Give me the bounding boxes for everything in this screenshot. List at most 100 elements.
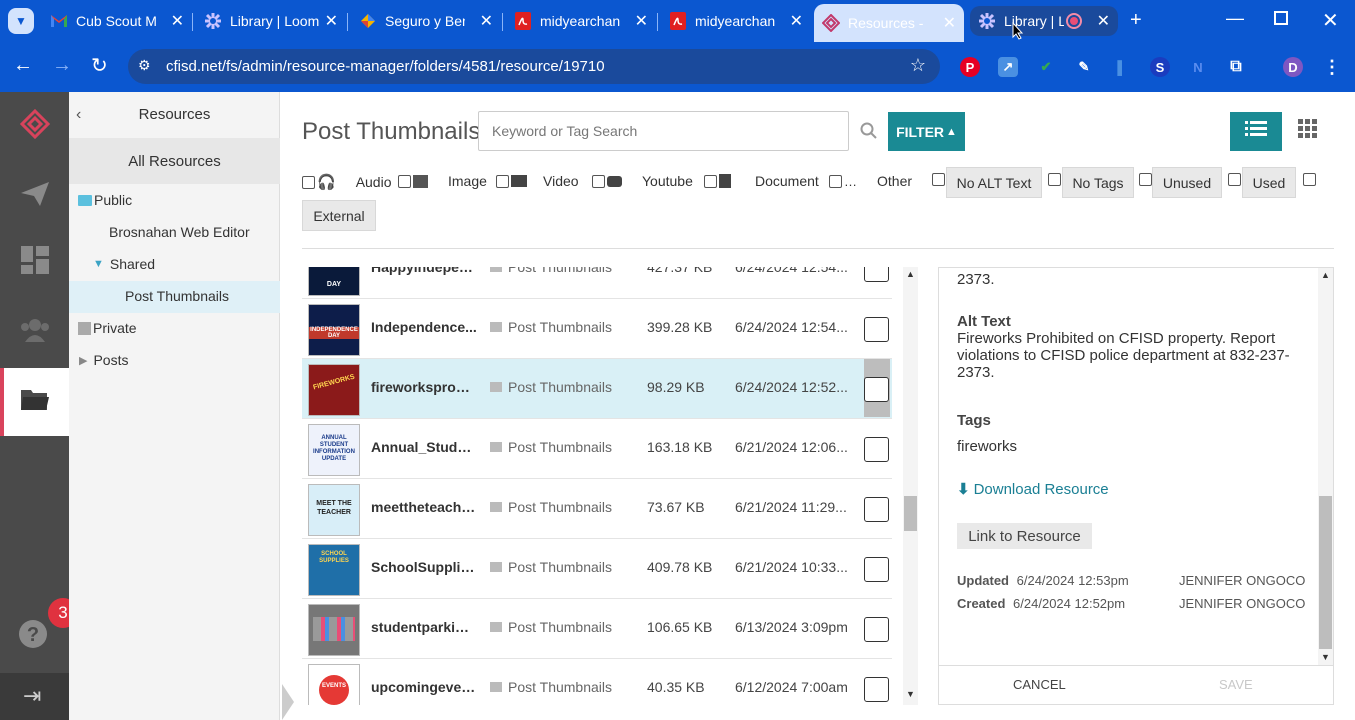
scroll-up-icon[interactable]: ▲ — [906, 269, 915, 279]
tab-3[interactable]: midyearchang ✕ — [506, 6, 656, 36]
grid-view-button[interactable] — [1290, 112, 1326, 151]
table-row[interactable]: EVENTS upcomingevent... Post Thumbnails … — [302, 659, 892, 705]
dashboard-icon[interactable] — [17, 242, 53, 278]
table-row[interactable]: ANNUAL STUDENT INFORMATION UPDATE Annual_St… — [302, 419, 892, 479]
back-icon[interactable]: ← — [13, 54, 33, 77]
row-checkbox[interactable] — [864, 557, 889, 582]
extension-n-icon[interactable]: N — [1188, 57, 1208, 77]
table-row[interactable]: MEET THE TEACHER meettheteache... Post Th… — [302, 479, 892, 539]
finalsite-logo-icon[interactable] — [17, 106, 53, 142]
tab-6[interactable]: Library | Lo ✕ — [970, 6, 1118, 36]
filter-button[interactable]: FILTER ▲ — [888, 112, 965, 151]
filter-video[interactable]: Video — [496, 173, 579, 189]
new-tab-icon[interactable]: + — [1130, 9, 1142, 32]
extension-check-icon[interactable]: ✔ — [1036, 57, 1056, 77]
close-icon[interactable]: ✕ — [790, 11, 803, 31]
tree-item-posts[interactable]: ▶ Posts — [79, 352, 128, 368]
users-icon[interactable] — [17, 312, 53, 348]
scroll-thumb[interactable] — [1319, 496, 1332, 649]
pinterest-icon[interactable]: P — [960, 57, 980, 77]
caret-right-icon[interactable]: ▶ — [79, 354, 87, 367]
extension-s-icon[interactable]: S — [1150, 57, 1170, 77]
resources-nav-item[interactable] — [0, 368, 69, 436]
no-alt-text-filter[interactable]: No ALT Text — [946, 167, 1042, 198]
row-checkbox[interactable] — [864, 317, 889, 342]
restore-icon[interactable] — [1274, 11, 1288, 25]
table-row[interactable]: DAY Happyindepen... Post Thumbnails 427.… — [302, 267, 892, 299]
external-filter[interactable]: External — [302, 200, 376, 231]
table-row[interactable]: SCHOOL SUPPLIES SchoolSupplies... Post Th… — [302, 539, 892, 599]
used-filter[interactable]: Used — [1242, 167, 1296, 198]
search-icon[interactable] — [860, 122, 877, 144]
table-row[interactable]: studentparking... Post Thumbnails 106.65… — [302, 599, 892, 659]
no-alt-text-checkbox[interactable] — [932, 173, 945, 186]
window-close-icon[interactable]: ✕ — [1322, 8, 1339, 33]
filter-other[interactable]: … Other — [829, 173, 912, 189]
tab-search-icon[interactable]: ▼ — [8, 8, 34, 34]
close-icon[interactable]: ✕ — [1097, 11, 1110, 31]
minimize-icon[interactable]: — — [1226, 8, 1244, 29]
all-resources-item[interactable]: All Resources — [69, 138, 280, 184]
row-checkbox[interactable] — [864, 497, 889, 522]
image-checkbox[interactable] — [398, 174, 411, 188]
cancel-button[interactable]: CANCEL — [1013, 677, 1066, 692]
row-checkbox[interactable] — [864, 677, 889, 702]
row-checkbox[interactable] — [864, 437, 889, 462]
close-icon[interactable]: ✕ — [171, 11, 184, 31]
video-checkbox[interactable] — [496, 174, 509, 188]
tab-0[interactable]: Cub Scout Me ✕ — [42, 6, 192, 36]
caret-down-icon[interactable]: ▼ — [93, 258, 104, 270]
tree-item-private[interactable]: Private — [78, 320, 137, 336]
table-row-selected[interactable]: FIREWORKS fireworksprohi... Post Thumbna… — [302, 359, 892, 419]
link-to-resource-button[interactable]: Link to Resource — [957, 523, 1092, 549]
youtube-checkbox[interactable] — [592, 174, 605, 188]
external-checkbox[interactable] — [1303, 173, 1316, 186]
tree-item-public[interactable]: Public — [78, 192, 132, 208]
close-icon[interactable]: ✕ — [635, 11, 648, 31]
scroll-down-icon[interactable]: ▼ — [1321, 652, 1330, 662]
browser-menu-icon[interactable]: ⋮ — [1322, 57, 1342, 77]
reload-icon[interactable]: ↻ — [91, 53, 108, 78]
send-icon[interactable] — [17, 176, 53, 212]
tab-5-active[interactable]: Resources - Fi ✕ — [814, 4, 964, 42]
tab-2[interactable]: Seguro y Bene ✕ — [351, 6, 501, 36]
list-view-button[interactable] — [1230, 112, 1282, 151]
tree-item-brosnahan[interactable]: Brosnahan Web Editor — [109, 224, 250, 240]
filter-audio[interactable]: 🎧 Audio — [302, 173, 392, 191]
detail-scrollbar[interactable]: ▲ ▼ — [1318, 268, 1333, 666]
site-info-icon[interactable]: ⚙ — [138, 57, 151, 74]
tab-1[interactable]: Library | Loom ✕ — [196, 6, 346, 36]
filter-document[interactable]: Document — [704, 173, 819, 189]
panel-resize-handle[interactable] — [282, 684, 294, 720]
help-icon[interactable]: ? — [17, 618, 49, 655]
forward-icon[interactable]: → — [52, 54, 72, 77]
scroll-up-icon[interactable]: ▲ — [1321, 270, 1330, 280]
scroll-thumb[interactable] — [904, 496, 917, 531]
tree-item-post-thumbnails[interactable]: Post Thumbnails — [125, 288, 229, 304]
search-input[interactable] — [478, 111, 849, 151]
filter-youtube[interactable]: Youtube — [592, 173, 693, 189]
tab-4[interactable]: midyearchang ✕ — [661, 6, 811, 36]
extension-bars-icon[interactable]: ▌ — [1112, 57, 1132, 77]
other-checkbox[interactable] — [829, 174, 842, 188]
list-scrollbar[interactable]: ▲ ▼ — [903, 267, 918, 705]
document-checkbox[interactable] — [704, 174, 717, 188]
eyedropper-icon[interactable]: ✎ — [1074, 57, 1094, 77]
extensions-puzzle-icon[interactable]: ⧉ — [1226, 57, 1246, 77]
close-icon[interactable]: ✕ — [480, 11, 493, 31]
unused-filter[interactable]: Unused — [1152, 167, 1222, 198]
no-tags-checkbox[interactable] — [1048, 173, 1061, 186]
filter-image[interactable]: Image — [398, 173, 487, 189]
bookmark-star-icon[interactable]: ☆ — [910, 55, 926, 76]
row-checkbox[interactable] — [864, 617, 889, 642]
no-tags-filter[interactable]: No Tags — [1062, 167, 1134, 198]
close-icon[interactable]: ✕ — [325, 11, 338, 31]
tree-item-shared[interactable]: ▼ Shared — [93, 256, 155, 272]
row-checkbox[interactable] — [864, 267, 889, 282]
save-button[interactable]: SAVE — [1219, 677, 1253, 692]
profile-avatar[interactable]: D — [1283, 57, 1303, 77]
row-checkbox[interactable] — [864, 377, 889, 402]
audio-checkbox[interactable] — [302, 175, 315, 189]
logout-icon[interactable]: ⇥ — [23, 683, 41, 709]
address-bar[interactable]: ⚙ cfisd.net/fs/admin/resource-manager/fo… — [128, 49, 940, 84]
